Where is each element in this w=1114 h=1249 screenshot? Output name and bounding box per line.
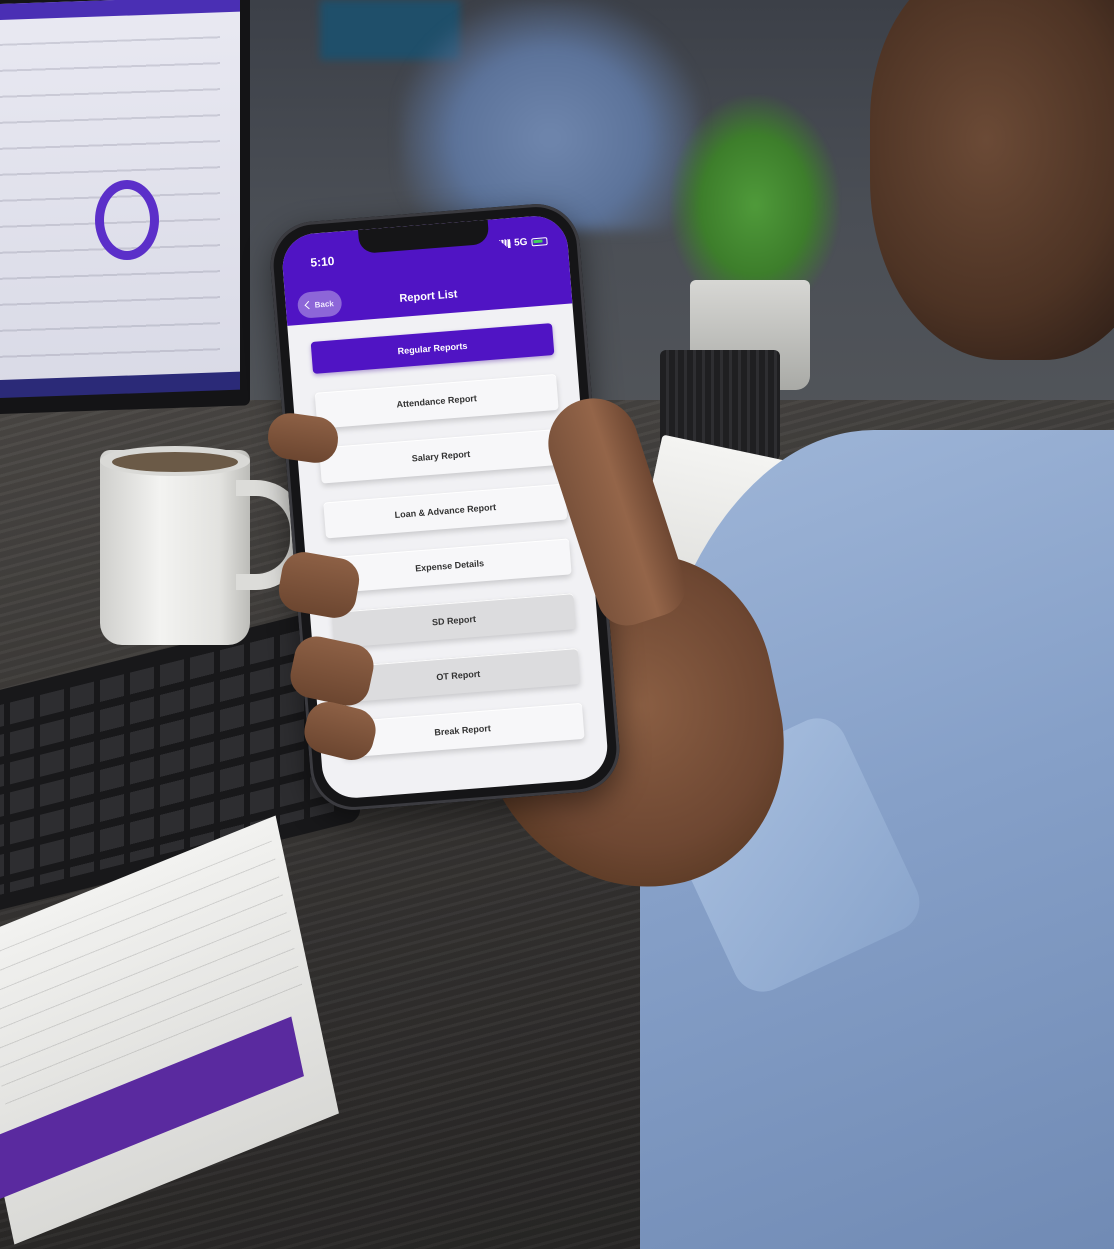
battery-icon [531, 236, 548, 246]
background-coworker [400, 0, 700, 230]
report-item-break[interactable]: Break Report [340, 702, 585, 758]
person-head [870, 0, 1114, 360]
potted-plant [670, 95, 840, 295]
report-item-salary[interactable]: Salary Report [318, 428, 564, 484]
monitor-donut-chart [95, 180, 159, 260]
status-time: 5:10 [309, 253, 335, 270]
coffee-mug [100, 450, 250, 645]
mug-coffee [112, 452, 238, 472]
signal-icon [497, 239, 511, 250]
status-indicators: 5G [497, 235, 548, 250]
network-label: 5G [513, 236, 528, 249]
report-item-loan-advance[interactable]: Loan & Advance Report [323, 483, 568, 539]
report-item-sd[interactable]: SD Report [331, 593, 576, 649]
report-item-regular-reports[interactable]: Regular Reports [310, 323, 555, 374]
report-item-expense-details[interactable]: Expense Details [327, 538, 572, 594]
report-item-ot[interactable]: OT Report [336, 648, 581, 703]
report-item-attendance[interactable]: Attendance Report [314, 373, 559, 429]
office-scene: 5:10 5G Back Report List Regular Reports… [0, 0, 1114, 1249]
